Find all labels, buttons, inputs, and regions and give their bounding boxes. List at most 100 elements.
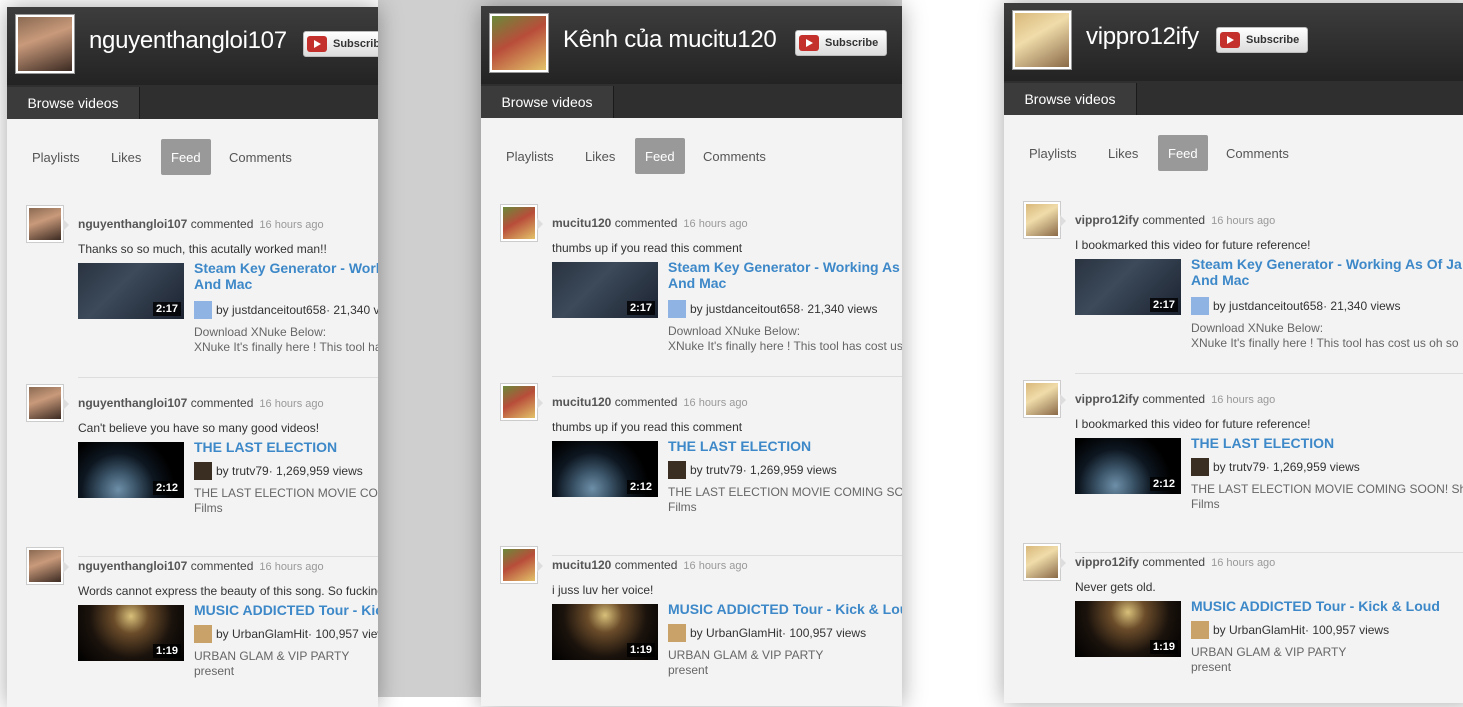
- video-description: THE LAST ELECTION MOVIE COMING SOON! ShF…: [194, 486, 378, 516]
- uploader-name[interactable]: by trutv79: [690, 463, 743, 477]
- subscribe-button[interactable]: Subscribe: [795, 30, 887, 56]
- video-title-link[interactable]: Steam Key Generator - Working As Of JaAn…: [668, 259, 902, 291]
- video-title-link[interactable]: MUSIC ADDICTED Tour - Kick & Loud: [668, 601, 902, 617]
- uploader-avatar[interactable]: [194, 462, 212, 480]
- commenter-avatar-image: [1026, 204, 1058, 236]
- commenter-avatar[interactable]: [500, 383, 543, 421]
- uploader-avatar[interactable]: [668, 461, 686, 479]
- uploader-avatar[interactable]: [1191, 621, 1209, 639]
- tab-feed[interactable]: Feed: [1158, 135, 1208, 171]
- uploader-avatar[interactable]: [1191, 297, 1209, 315]
- video-title-link[interactable]: THE LAST ELECTION: [668, 438, 811, 454]
- commenter-username[interactable]: nguyenthangloi107: [78, 559, 187, 573]
- video-thumbnail[interactable]: 2:12: [552, 441, 658, 497]
- tab-feed[interactable]: Feed: [161, 139, 211, 175]
- activity-verb: commented: [190, 217, 254, 231]
- subscribe-button[interactable]: Subscribe: [1216, 27, 1308, 53]
- video-duration: 1:19: [152, 644, 181, 658]
- video-title-line: THE LAST ELECTION: [194, 439, 338, 455]
- commenter-username[interactable]: vippro12ify: [1075, 392, 1139, 406]
- activity-verb: commented: [190, 559, 254, 573]
- commenter-username[interactable]: mucitu120: [552, 558, 611, 572]
- video-title-line: Steam Key Generator - Working As Of Ja: [194, 260, 378, 276]
- video-thumbnail[interactable]: 1:19: [1075, 601, 1181, 657]
- commenter-avatar[interactable]: [500, 546, 543, 584]
- video-title-line: THE LAST ELECTION: [668, 438, 812, 454]
- video-title-link[interactable]: THE LAST ELECTION: [1191, 435, 1334, 451]
- video-byline: by UrbanGlamHit · 100,957 views: [668, 624, 866, 642]
- commenter-avatar[interactable]: [26, 384, 69, 422]
- subscribe-label: Subscribe: [333, 38, 378, 50]
- commenter-username[interactable]: vippro12ify: [1075, 555, 1139, 569]
- commenter-avatar[interactable]: [1023, 201, 1066, 239]
- commenter-avatar[interactable]: [26, 547, 69, 585]
- tab-likes[interactable]: Likes: [575, 138, 625, 174]
- tab-comments[interactable]: Comments: [693, 138, 776, 174]
- tab-playlists[interactable]: Playlists: [496, 138, 564, 174]
- browse-videos-tab[interactable]: Browse videos: [7, 87, 140, 119]
- uploader-name[interactable]: by justdanceitout658: [690, 302, 800, 316]
- uploader-avatar[interactable]: [194, 625, 212, 643]
- description-line: present: [1191, 660, 1232, 674]
- video-title-link[interactable]: MUSIC ADDICTED Tour - Kick & Loud: [194, 602, 378, 618]
- commenter-avatar[interactable]: [1023, 543, 1066, 581]
- tab-likes[interactable]: Likes: [101, 139, 151, 175]
- channel-avatar[interactable]: [15, 14, 75, 74]
- commenter-avatar[interactable]: [26, 205, 69, 243]
- tab-playlists[interactable]: Playlists: [1019, 135, 1087, 171]
- video-title-line: MUSIC ADDICTED Tour - Kick & Loud: [194, 602, 378, 618]
- uploader-name[interactable]: by UrbanGlamHit: [216, 627, 308, 641]
- commenter-username[interactable]: nguyenthangloi107: [78, 396, 187, 410]
- view-count: · 100,957 views: [1305, 623, 1390, 637]
- uploader-name[interactable]: by justdanceitout658: [1213, 299, 1323, 313]
- browse-videos-tab[interactable]: Browse videos: [1004, 83, 1137, 115]
- video-byline: by trutv79 · 1,269,959 views: [668, 461, 837, 479]
- video-thumbnail[interactable]: 2:17: [78, 263, 184, 319]
- uploader-name[interactable]: by trutv79: [1213, 460, 1266, 474]
- uploader-name[interactable]: by UrbanGlamHit: [690, 626, 782, 640]
- tab-comments[interactable]: Comments: [219, 139, 302, 175]
- uploader-avatar[interactable]: [668, 624, 686, 642]
- commenter-avatar[interactable]: [500, 204, 543, 242]
- uploader-name[interactable]: by justdanceitout658: [216, 303, 326, 317]
- activity-timestamp: 16 hours ago: [1211, 215, 1276, 227]
- video-thumbnail[interactable]: 1:19: [552, 604, 658, 660]
- activity-line: mucitu120 commented 16 hours ago: [552, 395, 748, 409]
- video-byline: by UrbanGlamHit · 100,957 views: [194, 625, 378, 643]
- commenter-avatar-image: [1026, 546, 1058, 578]
- uploader-avatar[interactable]: [668, 300, 686, 318]
- commenter-username[interactable]: mucitu120: [552, 395, 611, 409]
- browse-videos-tab[interactable]: Browse videos: [481, 86, 614, 118]
- channel-avatar[interactable]: [489, 13, 549, 73]
- uploader-avatar[interactable]: [1191, 458, 1209, 476]
- video-title-link[interactable]: Steam Key Generator - Working As Of JaAn…: [1191, 256, 1462, 288]
- video-description: THE LAST ELECTION MOVIE COMING SOON! ShF…: [668, 485, 902, 515]
- commenter-username[interactable]: mucitu120: [552, 216, 611, 230]
- activity-timestamp: 16 hours ago: [1211, 394, 1276, 406]
- description-line: Films: [668, 500, 697, 514]
- uploader-name[interactable]: by UrbanGlamHit: [1213, 623, 1305, 637]
- tab-playlists[interactable]: Playlists: [22, 139, 90, 175]
- subscribe-button[interactable]: Subscribe: [303, 31, 378, 57]
- channel-avatar[interactable]: [1012, 10, 1072, 70]
- video-title-link[interactable]: MUSIC ADDICTED Tour - Kick & Loud: [1191, 598, 1440, 614]
- commenter-avatar[interactable]: [1023, 380, 1066, 418]
- video-title-link[interactable]: THE LAST ELECTION: [194, 439, 337, 455]
- uploader-avatar[interactable]: [194, 301, 212, 319]
- tab-likes[interactable]: Likes: [1098, 135, 1148, 171]
- video-thumbnail[interactable]: 2:12: [78, 442, 184, 498]
- tab-comments[interactable]: Comments: [1216, 135, 1299, 171]
- video-thumbnail[interactable]: 2:12: [1075, 438, 1181, 494]
- activity-timestamp: 16 hours ago: [683, 218, 748, 230]
- uploader-name[interactable]: by trutv79: [216, 464, 269, 478]
- video-thumbnail[interactable]: 1:19: [78, 605, 184, 661]
- video-title-line: THE LAST ELECTION: [1191, 435, 1335, 451]
- video-thumbnail[interactable]: 2:17: [1075, 259, 1181, 315]
- commenter-username[interactable]: vippro12ify: [1075, 213, 1139, 227]
- tab-feed[interactable]: Feed: [635, 138, 685, 174]
- activity-verb: commented: [190, 396, 254, 410]
- video-title-link[interactable]: Steam Key Generator - Working As Of JaAn…: [194, 260, 378, 292]
- video-thumbnail[interactable]: 2:17: [552, 262, 658, 318]
- channel-panel: Kênh của mucitu120 Subscribe Browse videos…: [481, 6, 902, 706]
- commenter-username[interactable]: nguyenthangloi107: [78, 217, 187, 231]
